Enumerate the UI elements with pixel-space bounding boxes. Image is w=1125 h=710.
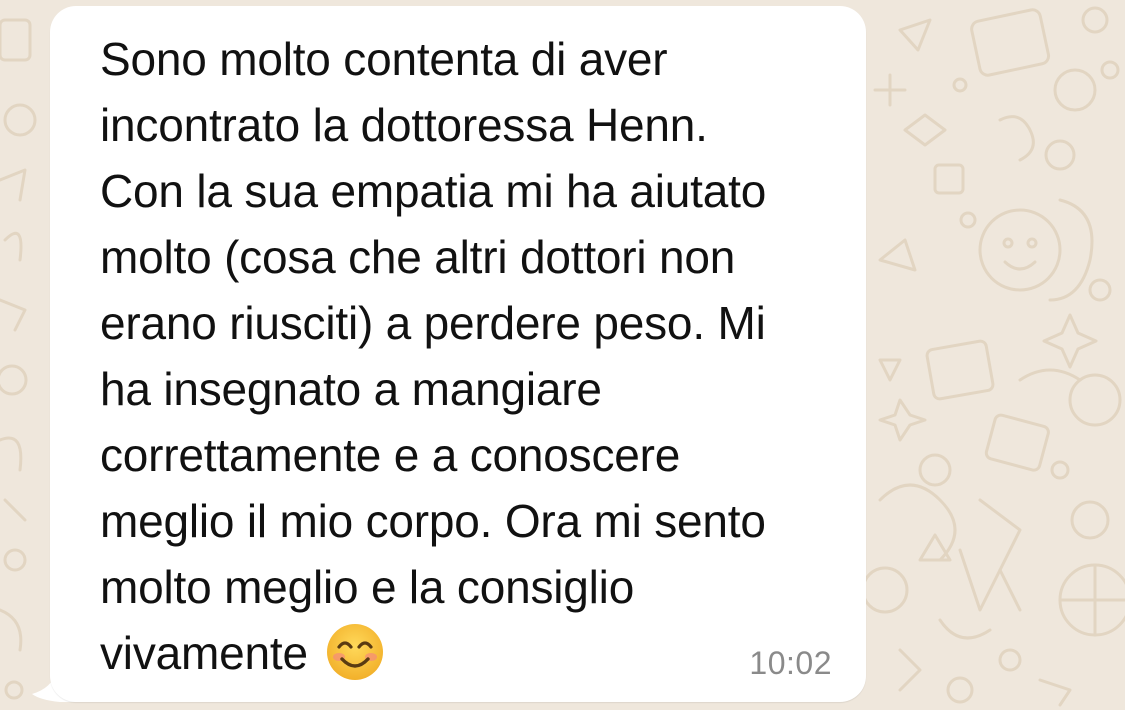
message-line: incontrato la dottoressa Henn. [100,99,708,151]
smiling-face-emoji-icon [326,623,384,681]
message-last-line: vivamente [100,620,860,686]
message-bubble[interactable]: Sono molto contenta di aver incontrato l… [30,6,866,702]
message-line: molto meglio e la consiglio [100,561,635,613]
message-text: Sono molto contenta di aver incontrato l… [100,26,860,686]
message-line: Sono molto contenta di aver [100,33,668,85]
message-line: vivamente [100,627,308,679]
message-line: Con la sua empatia mi ha aiutato [100,165,767,217]
message-line: correttamente e a conoscere [100,429,681,481]
message-bubble-body: Sono molto contenta di aver incontrato l… [50,6,866,702]
message-line: molto (cosa che altri dottori non [100,231,736,283]
message-timestamp: 10:02 [749,645,832,681]
message-line: erano riusciti) a perdere peso. Mi [100,297,766,349]
message-line: meglio il mio corpo. Ora mi sento [100,495,766,547]
message-line: ha insegnato a mangiare [100,363,602,415]
